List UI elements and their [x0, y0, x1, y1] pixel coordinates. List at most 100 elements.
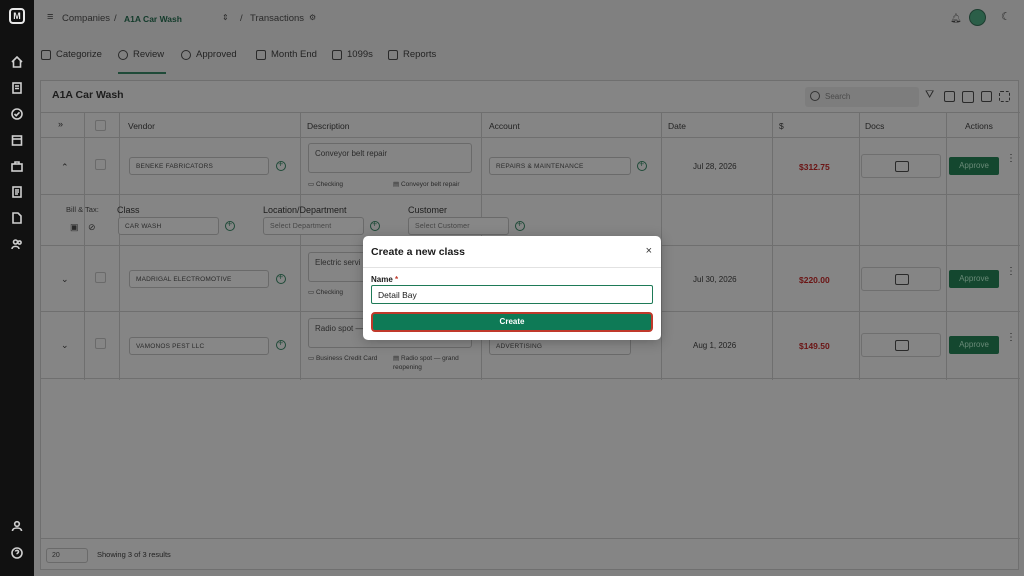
vendor-select[interactable]: BENEKE FABRICATORS [129, 157, 269, 175]
folder-icon [895, 340, 909, 351]
table-header: » Vendor Description Account Date $ Docs… [41, 112, 1020, 138]
approve-button[interactable]: Approve [949, 336, 999, 354]
expand-icon[interactable]: ⌄ [61, 340, 69, 351]
tab-label: Reports [403, 49, 437, 60]
memo-text: ▤ Radio spot — grand reopening [393, 355, 459, 371]
tab-categorize[interactable]: Categorize [41, 49, 102, 60]
document-icon[interactable] [11, 186, 23, 198]
approve-button[interactable]: Approve [949, 157, 999, 175]
add-vendor-icon[interactable] [276, 159, 286, 171]
avatar[interactable] [969, 9, 986, 26]
add-vendor-icon[interactable] [276, 272, 286, 284]
user-icon[interactable] [11, 520, 23, 532]
breadcrumb-company[interactable]: A1A Car Wash [124, 14, 182, 24]
create-class-dialog: Create a new class × Name * Create [363, 236, 661, 340]
expand-all-icon[interactable]: » [58, 119, 63, 129]
calendar-icon [256, 49, 266, 60]
breadcrumb-page: Transactions [250, 13, 305, 24]
check-circle-icon[interactable] [11, 108, 23, 120]
column-header-date[interactable]: Date [668, 121, 686, 131]
tab-review[interactable]: Review [118, 49, 164, 60]
left-rail: M [0, 0, 34, 576]
folder-icon [895, 161, 909, 172]
column-header-docs[interactable]: Docs [865, 121, 884, 131]
docs-dropzone[interactable] [861, 333, 941, 357]
collapse-icon[interactable]: ⌃ [61, 162, 69, 173]
column-header-account[interactable]: Account [489, 121, 520, 131]
moon-icon[interactable]: ☾ [1001, 10, 1011, 23]
add-vendor-icon[interactable] [276, 338, 286, 350]
receipt-icon[interactable] [11, 82, 23, 94]
briefcase-icon[interactable] [11, 160, 23, 172]
users-icon[interactable] [11, 238, 23, 250]
home-icon[interactable] [11, 55, 23, 68]
search-icon [810, 91, 820, 101]
create-button[interactable]: Create [371, 312, 653, 332]
date-cell: Aug 1, 2026 [693, 341, 737, 350]
class-name-input[interactable] [371, 285, 653, 304]
name-label: Name * [371, 275, 398, 284]
table-settings-icon[interactable] [962, 91, 974, 103]
folder-icon [895, 274, 909, 285]
menu-icon[interactable]: ≡ [47, 11, 53, 23]
active-tab-indicator [118, 72, 166, 74]
tab-label: Month End [271, 49, 317, 60]
search-input[interactable]: Search [805, 87, 919, 107]
expand-icon[interactable]: ⌄ [61, 274, 69, 285]
required-indicator: * [395, 275, 399, 284]
breadcrumb-root[interactable]: Companies [62, 13, 110, 24]
file-icon[interactable] [11, 212, 23, 224]
help-icon[interactable] [11, 547, 23, 559]
app-logo-icon[interactable]: M [9, 8, 25, 24]
bell-icon[interactable]: 🔔︎ [950, 13, 961, 24]
company-switch-icon[interactable]: ⇕ [222, 13, 229, 22]
tab-1099s[interactable]: 1099s [332, 49, 373, 60]
docs-dropzone[interactable] [861, 154, 941, 178]
column-header-amount[interactable]: $ [779, 121, 784, 131]
more-options-icon[interactable]: ⋮ [1006, 333, 1016, 347]
payment-method: ▭ Checking [308, 181, 344, 188]
payment-label: Checking [315, 289, 344, 296]
more-options-icon[interactable]: ⋮ [1006, 267, 1016, 281]
docs-dropzone[interactable] [861, 267, 941, 291]
settings-icon[interactable]: ⚙ [309, 13, 316, 22]
row-checkbox[interactable] [95, 159, 106, 170]
page-size-select[interactable]: 20 [46, 548, 88, 563]
column-header-description[interactable]: Description [307, 121, 350, 131]
approve-button[interactable]: Approve [949, 270, 999, 288]
grid-icon[interactable] [981, 91, 992, 102]
vendor-value: BENEKE FABRICATORS [136, 163, 214, 170]
column-header-vendor[interactable]: Vendor [128, 121, 155, 131]
amount-cell: $220.00 [799, 275, 830, 285]
panel-title: A1A Car Wash [52, 89, 124, 101]
row-checkbox[interactable] [95, 272, 106, 283]
row-checkbox[interactable] [95, 338, 106, 349]
page-size-value: 20 [52, 552, 60, 559]
vendor-select[interactable]: MADRIGAL ELECTROMOTIVE [129, 270, 269, 288]
fullscreen-icon[interactable] [999, 91, 1010, 102]
tab-reports[interactable]: Reports [388, 49, 436, 60]
amount-cell: $149.50 [799, 341, 830, 351]
categorize-icon [41, 49, 51, 60]
vendor-select[interactable]: VAMONOS PEST LLC [129, 337, 269, 355]
top-bar: ≡ Companies / A1A Car Wash ⇕ / Transacti… [34, 0, 1024, 36]
description-field[interactable]: Conveyor belt repair [308, 143, 472, 173]
tab-month-end[interactable]: Month End [256, 49, 317, 60]
name-label-text: Name [371, 275, 393, 284]
table-row[interactable]: ⌃ BENEKE FABRICATORS Conveyor belt repai… [41, 138, 1020, 195]
description-value: Conveyor belt repair [315, 149, 388, 158]
filter-icon[interactable]: ⛛ [925, 89, 936, 101]
memo-text: ▤ Conveyor belt repair [393, 181, 460, 188]
tab-approved[interactable]: Approved [181, 49, 237, 60]
bar-chart-icon [388, 49, 398, 60]
table-footer: 20 Showing 3 of 3 results [41, 538, 1020, 570]
select-all-checkbox[interactable] [95, 120, 106, 131]
columns-icon[interactable] [944, 91, 955, 102]
calendar-icon[interactable] [11, 134, 23, 146]
account-select[interactable]: REPAIRS & MAINTENANCE [489, 157, 631, 175]
approved-icon [181, 49, 191, 60]
close-icon[interactable]: × [646, 245, 652, 257]
add-account-icon[interactable] [637, 159, 647, 171]
description-value: Radio spot — [315, 324, 364, 333]
more-options-icon[interactable]: ⋮ [1006, 154, 1016, 168]
